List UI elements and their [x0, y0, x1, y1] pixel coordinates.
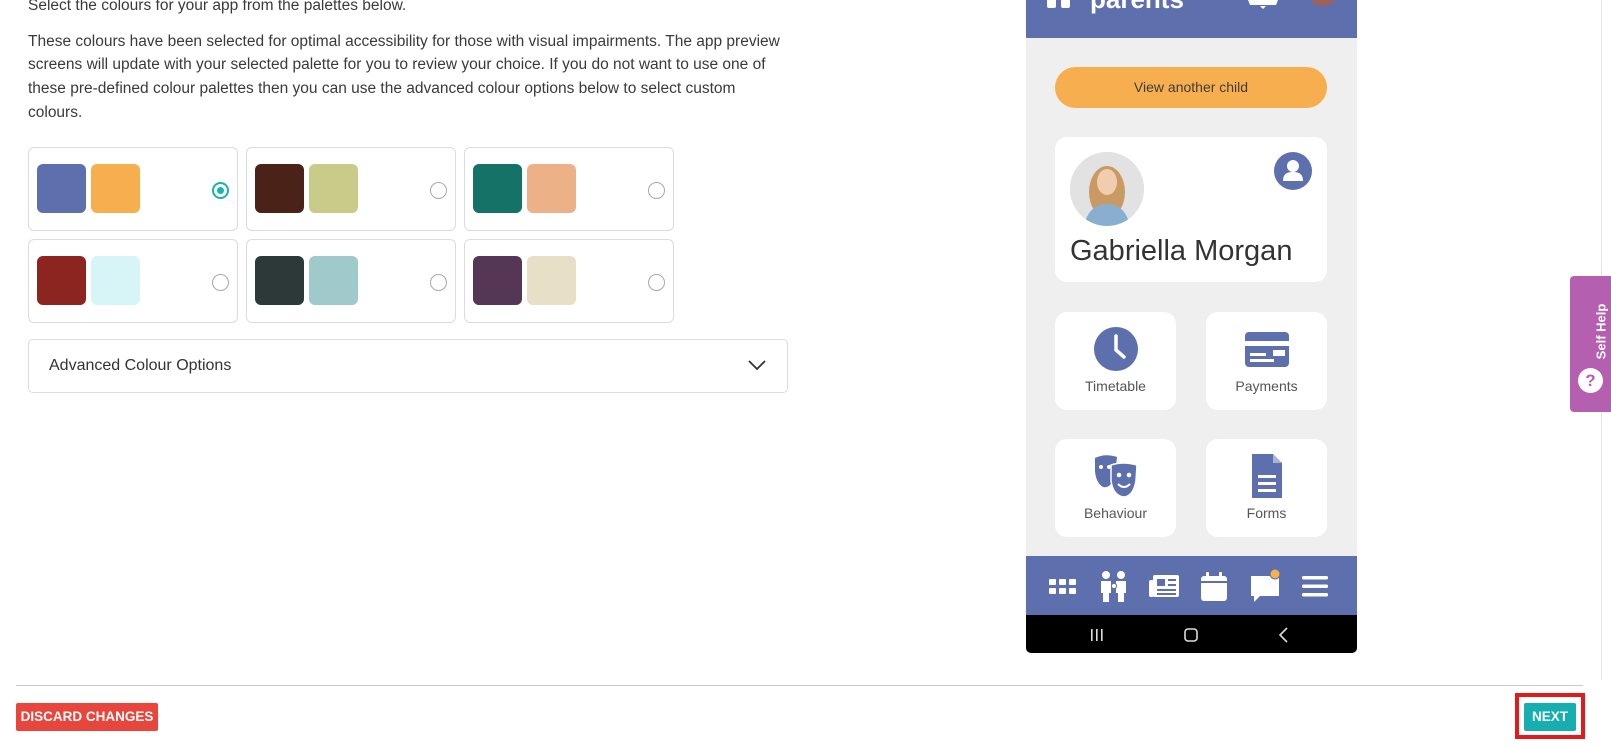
palette-option-2[interactable]	[246, 147, 456, 231]
payments-tile[interactable]: Payments	[1206, 312, 1327, 410]
back-icon[interactable]	[1274, 625, 1294, 645]
footer-divider	[16, 685, 1583, 686]
chevron-down-icon	[748, 360, 766, 371]
chat-icon[interactable]	[1248, 569, 1282, 603]
palette-swatch-secondary	[91, 256, 140, 305]
palette-swatch-primary	[37, 256, 86, 305]
intro-paragraph: These colours have been selected for opt…	[28, 32, 780, 121]
palette-option-4[interactable]	[28, 239, 238, 323]
self-help-tab[interactable]: Self Help ?	[1570, 276, 1611, 412]
palette-swatch-primary	[255, 164, 304, 213]
forms-label: Forms	[1246, 505, 1287, 521]
palette-swatch-secondary	[91, 164, 140, 213]
palette-option-1[interactable]	[28, 147, 238, 231]
behaviour-label: Behaviour	[1083, 505, 1148, 521]
child-photo	[1070, 152, 1144, 226]
profile-card: Gabriella Morgan	[1055, 137, 1327, 282]
profile-icon[interactable]	[1274, 152, 1312, 190]
palette-radio[interactable]	[212, 274, 229, 291]
newspaper-icon[interactable]	[1147, 569, 1181, 603]
credit-card-icon	[1245, 332, 1289, 367]
palette-swatch-secondary	[309, 256, 358, 305]
discard-changes-button[interactable]: DISCARD CHANGES	[16, 703, 158, 731]
palette-option-3[interactable]	[464, 147, 674, 231]
notification-icon	[1248, 0, 1278, 9]
palette-radio[interactable]	[648, 182, 665, 199]
logo-icon-part	[1061, 0, 1070, 8]
intro-line: Select the colours for your app from the…	[28, 0, 407, 14]
palette-radio[interactable]	[648, 274, 665, 291]
forms-tile[interactable]: Forms	[1206, 439, 1327, 537]
behaviour-tile[interactable]: Behaviour	[1055, 439, 1176, 537]
calendar-icon[interactable]	[1197, 569, 1231, 603]
app-preview: parents View another child Gabriella Mor…	[1026, 0, 1357, 653]
palette-grid	[28, 147, 674, 323]
palette-swatch-primary	[37, 164, 86, 213]
recent-apps-icon[interactable]	[1087, 625, 1107, 645]
document-icon	[1252, 454, 1282, 498]
palette-swatch-secondary	[527, 164, 576, 213]
self-help-label: Self Help	[1593, 303, 1609, 360]
palette-swatch-primary	[255, 256, 304, 305]
palette-option-6[interactable]	[464, 239, 674, 323]
palette-swatch-secondary	[309, 164, 358, 213]
palette-radio[interactable]	[212, 182, 229, 199]
system-nav-bar	[1026, 615, 1357, 653]
timetable-label: Timetable	[1085, 378, 1146, 394]
user-avatar[interactable]	[1308, 0, 1338, 6]
clock-icon	[1094, 327, 1138, 371]
palette-swatch-primary	[473, 256, 522, 305]
logo-icon	[1047, 0, 1056, 8]
advanced-colour-options-label: Advanced Colour Options	[49, 357, 232, 374]
intro-text: Select the colours for your app from the…	[28, 0, 788, 125]
preview-bottom-nav	[1026, 556, 1357, 615]
home-icon[interactable]	[1181, 625, 1201, 645]
palette-swatch-secondary	[527, 256, 576, 305]
view-another-child-button[interactable]: View another child	[1055, 67, 1327, 108]
family-icon[interactable]	[1097, 569, 1131, 603]
advanced-colour-options-accordion[interactable]: Advanced Colour Options	[28, 339, 788, 393]
preview-header: parents	[1026, 0, 1357, 38]
grid-icon[interactable]	[1046, 569, 1080, 603]
palette-option-5[interactable]	[246, 239, 456, 323]
theatre-masks-icon	[1095, 455, 1138, 498]
menu-icon[interactable]	[1298, 569, 1332, 603]
next-button[interactable]: NEXT	[1524, 703, 1576, 731]
palette-swatch-primary	[473, 164, 522, 213]
payments-label: Payments	[1235, 378, 1298, 394]
help-icon: ?	[1578, 368, 1603, 393]
child-name: Gabriella Morgan	[1070, 235, 1293, 267]
palette-radio[interactable]	[430, 182, 447, 199]
timetable-tile[interactable]: Timetable	[1055, 312, 1176, 410]
logo-text: parents	[1090, 0, 1184, 15]
palette-radio[interactable]	[430, 274, 447, 291]
